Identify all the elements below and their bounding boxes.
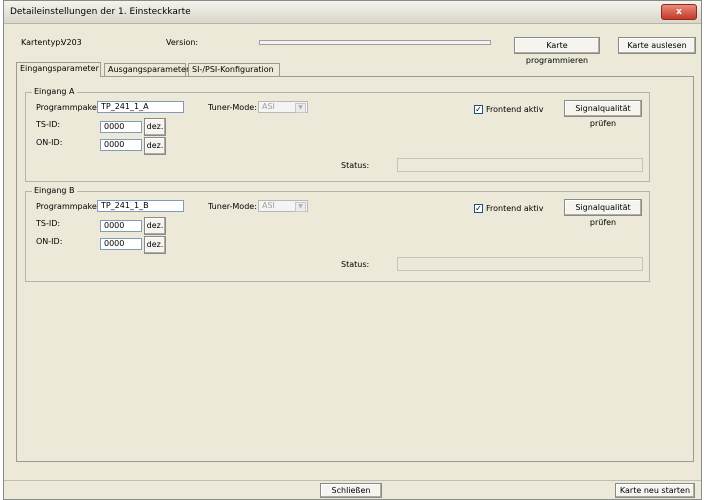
frontend-checkbox[interactable]: ✓ (474, 105, 483, 114)
tab-label: Ausgangsparameter (108, 65, 190, 74)
version-progress-bar (259, 40, 491, 45)
close-icon: x (676, 7, 682, 17)
version-label: Version: (166, 38, 199, 47)
signal-quality-button-label: Signalqualität prüfen (575, 203, 631, 227)
onid-label: ON-ID: (36, 138, 63, 147)
group-eingang-b: Eingang B Programmpaket: TP_241_1_B Tune… (25, 186, 650, 282)
package-input[interactable]: TP_241_1_B (97, 200, 184, 212)
frontend-checkbox[interactable]: ✓ (474, 204, 483, 213)
signal-quality-button-label: Signalqualität prüfen (575, 104, 631, 128)
tab-label: SI-/PSI-Konfiguration (192, 65, 274, 74)
status-label: Status: (341, 260, 370, 269)
tab-eingangsparameter[interactable]: Eingangsparameter (16, 62, 101, 77)
signal-quality-button[interactable]: Signalqualität prüfen (564, 100, 642, 128)
tsid-label: TS-ID: (36, 120, 61, 129)
signal-quality-button[interactable]: Signalqualität prüfen (564, 199, 642, 227)
read-card-button[interactable]: Karte auslesen (618, 37, 696, 54)
onid-dec-button-label: dez. (146, 240, 164, 249)
onid-dec-button-label: dez. (146, 141, 164, 150)
title-bar[interactable]: Detaileinstellungen der 1. Einsteckkarte… (4, 1, 701, 24)
window-title: Detaileinstellungen der 1. Einsteckkarte (10, 7, 191, 17)
footer-bar: Schließen Karte neu starten (4, 480, 701, 499)
tuner-mode-label: Tuner-Mode: (208, 202, 257, 211)
tab-ausgangsparameter[interactable]: Ausgangsparameter (104, 63, 190, 76)
status-label: Status: (341, 161, 370, 170)
chevron-down-icon: ▼ (295, 103, 306, 113)
check-icon: ✓ (475, 204, 482, 213)
status-field (397, 158, 643, 172)
frontend-label: Frontend aktiv (486, 204, 544, 213)
tuner-mode-value: ASI (262, 102, 275, 111)
onid-input[interactable]: 0000 (100, 139, 142, 151)
tsid-dec-button[interactable]: dez. (144, 217, 166, 235)
close-button[interactable]: x (661, 4, 697, 20)
dialog-window: Detaileinstellungen der 1. Einsteckkarte… (3, 0, 702, 500)
check-icon: ✓ (475, 105, 482, 114)
group-legend: Eingang B (32, 186, 77, 195)
program-card-button-label: Karte programmieren (525, 41, 589, 65)
restart-card-button-label: Karte neu starten (619, 486, 691, 495)
tuner-mode-select[interactable]: ASI ▼ (258, 200, 308, 212)
cardtype-label: Kartentyp: (21, 38, 64, 47)
package-label: Programmpaket: (36, 202, 103, 211)
tab-si-psi-konfiguration[interactable]: SI-/PSI-Konfiguration (188, 63, 280, 76)
onid-label: ON-ID: (36, 237, 63, 246)
restart-card-button[interactable]: Karte neu starten (615, 483, 695, 498)
cardtype-value: V203 (61, 38, 82, 47)
chevron-down-icon: ▼ (295, 202, 306, 212)
status-field (397, 257, 643, 271)
package-label: Programmpaket: (36, 103, 103, 112)
onid-dec-button[interactable]: dez. (144, 236, 166, 254)
tsid-input[interactable]: 0000 (100, 121, 142, 133)
read-card-button-label: Karte auslesen (627, 41, 687, 50)
frontend-label: Frontend aktiv (486, 105, 544, 114)
tuner-mode-value: ASI (262, 201, 275, 210)
tab-label: Eingangsparameter (20, 64, 99, 73)
onid-dec-button[interactable]: dez. (144, 137, 166, 155)
group-legend: Eingang A (32, 87, 77, 96)
tsid-dec-button[interactable]: dez. (144, 118, 166, 136)
tuner-mode-select[interactable]: ASI ▼ (258, 101, 308, 113)
tab-panel-eingangsparameter: Eingang A Programmpaket: TP_241_1_A Tune… (16, 76, 694, 462)
close-dialog-button-label: Schließen (331, 486, 371, 495)
tuner-mode-label: Tuner-Mode: (208, 103, 257, 112)
tsid-input[interactable]: 0000 (100, 220, 142, 232)
tsid-label: TS-ID: (36, 219, 61, 228)
package-input[interactable]: TP_241_1_A (97, 101, 184, 113)
tsid-dec-button-label: dez. (146, 221, 164, 230)
close-dialog-button[interactable]: Schließen (320, 483, 382, 498)
group-eingang-a: Eingang A Programmpaket: TP_241_1_A Tune… (25, 87, 650, 182)
onid-input[interactable]: 0000 (100, 238, 142, 250)
tsid-dec-button-label: dez. (146, 122, 164, 131)
program-card-button[interactable]: Karte programmieren (514, 37, 600, 65)
